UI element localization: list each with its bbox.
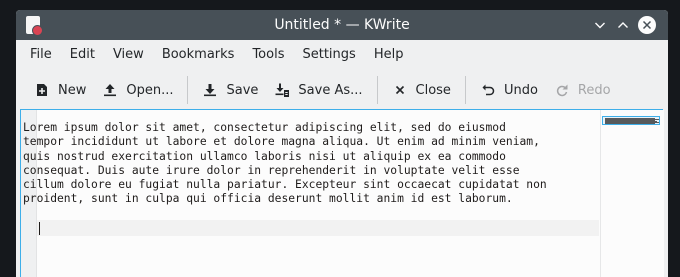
- text-line: cillum dolore eu fugiat nulla pariatur. …: [23, 178, 547, 192]
- redo-label: Redo: [577, 82, 611, 98]
- save-as-label: Save As...: [298, 82, 363, 98]
- chevron-down-icon: [595, 22, 605, 29]
- open-label: Open...: [126, 82, 174, 98]
- window-title: Untitled * — KWrite: [274, 17, 410, 33]
- menu-settings[interactable]: Settings: [293, 40, 364, 70]
- undo-label: Undo: [503, 82, 538, 98]
- kwrite-window: Untitled * — KWrite File Edit View Bookm…: [16, 10, 668, 277]
- text-line: proident, sunt in culpa qui officia dese…: [23, 192, 513, 206]
- chevron-up-icon: [618, 22, 628, 28]
- text-line: Lorem ipsum dolor sit amet, consectetur …: [23, 121, 506, 134]
- new-document-icon: [37, 84, 47, 96]
- title-bar[interactable]: Untitled * — KWrite: [16, 10, 668, 40]
- menu-bookmarks[interactable]: Bookmarks: [153, 40, 244, 70]
- open-button[interactable]: Open...: [94, 75, 181, 105]
- close-icon: [395, 85, 404, 95]
- menu-file[interactable]: File: [21, 40, 61, 70]
- save-button[interactable]: Save: [194, 75, 266, 105]
- text-line: quis nostrud exercitation ullamco labori…: [23, 149, 506, 163]
- undo-button[interactable]: Undo: [472, 75, 546, 105]
- upload-icon: [104, 84, 117, 97]
- main-toolbar: New Open... Save Save As... Close Undo R…: [16, 72, 668, 108]
- undo-icon: [482, 84, 495, 96]
- redo-icon: [556, 84, 568, 97]
- toolbar-separator: [376, 76, 378, 104]
- save-label: Save: [226, 82, 259, 98]
- editor-view[interactable]: Lorem ipsum dolor sit amet, consectetur …: [20, 109, 664, 277]
- close-label: Close: [415, 82, 451, 98]
- menu-view[interactable]: View: [104, 40, 153, 70]
- new-button[interactable]: New: [26, 75, 94, 105]
- save-as-icon: [275, 83, 290, 97]
- text-line: tempor incididunt ut labore et dolore ma…: [23, 135, 540, 149]
- close-icon: [642, 20, 652, 30]
- menu-help[interactable]: Help: [365, 40, 413, 70]
- text-cursor: [39, 222, 40, 235]
- maximize-button[interactable]: [613, 15, 633, 35]
- current-line-highlight: [37, 220, 599, 236]
- close-document-button[interactable]: Close: [384, 75, 459, 105]
- toolbar-separator: [187, 76, 189, 104]
- minimap-line: [605, 123, 655, 124]
- document-text[interactable]: Lorem ipsum dolor sit amet, consectetur …: [23, 121, 603, 207]
- minimap-scrollbar[interactable]: [600, 110, 664, 277]
- menu-tools[interactable]: Tools: [243, 40, 293, 70]
- save-as-button[interactable]: Save As...: [266, 75, 370, 105]
- menu-edit[interactable]: Edit: [61, 40, 104, 70]
- close-window-button[interactable]: [638, 16, 656, 34]
- text-line: consequat. Duis aute irure dolor in repr…: [23, 163, 520, 177]
- redo-button[interactable]: Redo: [546, 75, 619, 105]
- download-icon: [204, 84, 217, 97]
- new-label: New: [58, 82, 87, 98]
- menu-bar: File Edit View Bookmarks Tools Settings …: [16, 40, 668, 70]
- minimize-button[interactable]: [590, 15, 610, 35]
- toolbar-separator: [464, 76, 466, 104]
